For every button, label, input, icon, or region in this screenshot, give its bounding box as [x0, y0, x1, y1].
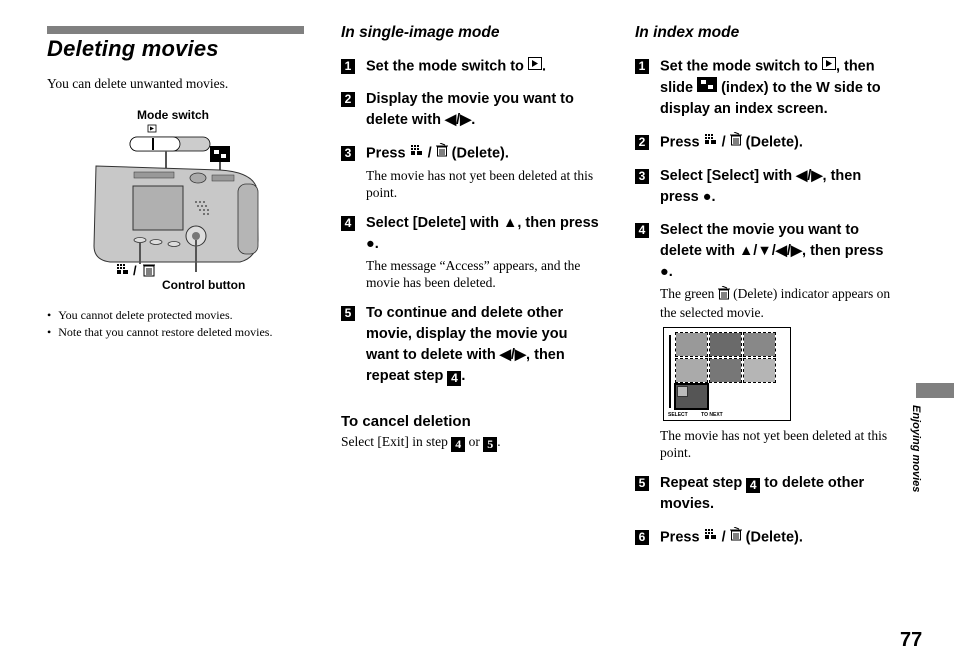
section-header-bar	[47, 26, 304, 34]
thumbnail	[709, 357, 742, 383]
trash-icon	[435, 142, 448, 164]
step-3: 3 Select [Select] with ◀/▶, then press ●…	[635, 166, 900, 208]
step-4: 4 Select the movie you want to delete wi…	[635, 220, 900, 461]
step-6: 6 Press / (Delete).	[635, 526, 900, 548]
thumbnail	[743, 357, 776, 383]
select-hint: SELECT	[668, 411, 688, 418]
note-item: You cannot delete protected movies.	[47, 307, 272, 324]
trash-icon	[729, 526, 742, 548]
step-3: 3 Press / (Delete). The movie has not ye…	[341, 142, 603, 200]
step-2: 2 Display the movie you want to delete w…	[341, 89, 603, 131]
step-2: 2 Press / (Delete).	[635, 131, 900, 153]
step-reference: 5	[483, 436, 498, 452]
step-reference: 4	[451, 436, 466, 452]
thumbnail	[743, 331, 776, 357]
index-icon	[704, 527, 718, 548]
index-icon-large	[210, 146, 230, 162]
section-heading: In single-image mode	[341, 24, 500, 41]
page-number: 77	[900, 629, 923, 651]
step-number: 4	[635, 222, 649, 238]
thumbnail	[675, 331, 708, 357]
note-item: Note that you cannot restore deleted mov…	[47, 324, 272, 341]
thumb-grid	[674, 331, 776, 410]
notes-list: You cannot delete protected movies. Note…	[47, 307, 272, 341]
step-reference: 4	[746, 477, 761, 493]
mode-switch-label: Mode switch	[137, 108, 210, 122]
section-heading: In index mode	[635, 24, 740, 41]
cancel-deletion-heading: To cancel deletion	[341, 412, 471, 430]
step-number: 5	[341, 305, 355, 321]
step-reference: 4	[447, 370, 462, 386]
step-5: 5 Repeat step 4 to delete other movies.	[635, 473, 900, 515]
camera-diagram	[93, 124, 259, 272]
step-number: 2	[635, 135, 649, 151]
intro-text: You can delete unwanted movies.	[47, 76, 229, 91]
step-number: 3	[635, 168, 649, 184]
step-number: 5	[635, 475, 649, 491]
step-number: 2	[341, 92, 355, 108]
step-number: 3	[341, 146, 355, 162]
playback-icon	[821, 56, 836, 77]
cancel-deletion-text: Select [Exit] in step 4 or 5.	[341, 433, 501, 452]
step-1: 1 Set the mode switch to , then slide (i…	[635, 56, 900, 120]
page-title: Deleting movies	[47, 36, 219, 61]
thumbnail	[709, 331, 742, 357]
step-number: 6	[635, 529, 649, 545]
step-5: 5 To continue and delete other movie, di…	[341, 303, 603, 387]
index-zoom-icon	[697, 77, 718, 99]
step-4: 4 Select [Delete] with ▲, then press ●. …	[341, 213, 603, 291]
trash-icon	[717, 285, 730, 304]
trash-icon	[729, 131, 742, 153]
playback-icon	[527, 56, 542, 77]
control-button-label: Control button	[162, 278, 246, 292]
thumbnail-selected	[674, 382, 709, 410]
single-image-mode-section: In single-image mode 1 Set the mode swit…	[341, 24, 603, 452]
svg-text:/: /	[133, 263, 137, 278]
index-screen-illustration: SELECT TO NEXT	[663, 326, 791, 421]
to-next-hint: TO NEXT	[701, 411, 723, 418]
index-icon	[410, 143, 424, 164]
index-delete-button-icon: /	[117, 263, 155, 278]
chapter-tab	[916, 383, 954, 398]
step-1: 1 Set the mode switch to .	[341, 56, 603, 77]
chapter-label: Enjoying movies	[910, 405, 922, 493]
index-mode-section: In index mode 1 Set the mode switch to ,…	[635, 24, 900, 560]
step-number: 1	[635, 59, 649, 74]
index-icon	[704, 132, 718, 153]
step-number: 4	[341, 215, 355, 231]
thumbnail	[675, 357, 708, 383]
delete-indicator-icon	[677, 385, 688, 397]
step-number: 1	[341, 59, 355, 74]
